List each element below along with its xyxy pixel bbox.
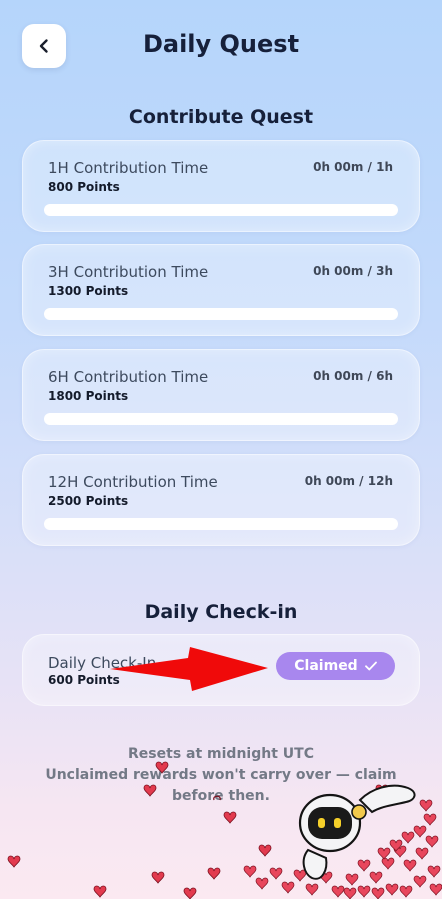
daily-checkin-heading: Daily Check-in: [144, 601, 298, 623]
heart-icon: [223, 811, 237, 824]
red-arrow-annotation: [110, 647, 268, 691]
quest-progress-bar: [44, 518, 398, 530]
quest-progress-bar: [44, 413, 398, 425]
heart-icon: [93, 885, 107, 898]
quest-title: 6H Contribution Time: [48, 368, 209, 386]
quest-card-1h: 1H Contribution Time 800 Points 0h 00m /…: [22, 140, 420, 232]
quest-progress-text: 0h 00m / 6h: [313, 369, 393, 383]
quest-card-12h: 12H Contribution Time 2500 Points 0h 00m…: [22, 454, 420, 546]
quest-points: 800 Points: [48, 180, 120, 194]
quest-progress-text: 0h 00m / 1h: [313, 160, 393, 174]
quest-points: 2500 Points: [48, 494, 129, 508]
quest-points: 1300 Points: [48, 284, 129, 298]
quest-title: 12H Contribution Time: [48, 473, 218, 491]
quest-progress-text: 0h 00m / 12h: [304, 474, 393, 488]
heart-icon: [183, 887, 197, 899]
quest-card-3h: 3H Contribution Time 1300 Points 0h 00m …: [22, 244, 420, 336]
reset-notice-line1: Resets at midnight UTC: [128, 746, 314, 762]
claimed-button[interactable]: Claimed: [276, 652, 395, 680]
quest-progress-bar: [44, 308, 398, 320]
contribute-quest-heading: Contribute Quest: [128, 106, 314, 128]
quest-progress-bar: [44, 204, 398, 216]
heart-icon: [258, 844, 272, 857]
heart-icon: [207, 867, 221, 880]
quest-progress-text: 0h 00m / 3h: [313, 264, 393, 278]
claimed-label: Claimed: [294, 658, 358, 674]
heart-icon: [151, 871, 165, 884]
heart-icon: [7, 855, 21, 868]
quest-title: 1H Contribution Time: [48, 159, 209, 177]
reset-notice-line2: Unclaimed rewards won't carry over — cla…: [45, 767, 397, 804]
check-icon: [364, 661, 377, 671]
quest-points: 1800 Points: [48, 389, 129, 403]
page-title: Daily Quest: [142, 30, 300, 58]
quest-card-6h: 6H Contribution Time 1800 Points 0h 00m …: [22, 349, 420, 441]
reset-notice: Resets at midnight UTC Unclaimed rewards…: [30, 744, 412, 807]
quest-title: 3H Contribution Time: [48, 263, 209, 281]
